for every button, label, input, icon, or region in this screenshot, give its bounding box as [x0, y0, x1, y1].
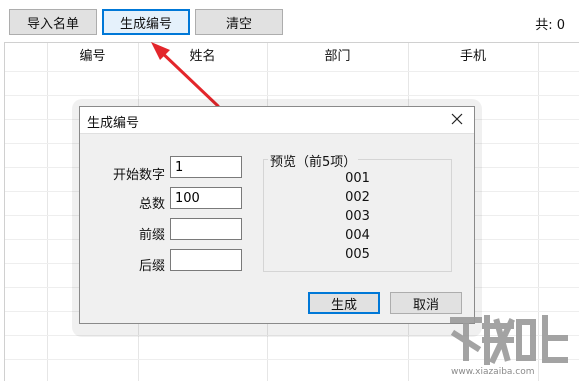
suffix-input[interactable] — [170, 249, 242, 271]
column-header-name[interactable]: 姓名 — [138, 43, 267, 71]
start-number-input[interactable] — [170, 156, 242, 178]
watermark-text: www.xiazaiba.com — [451, 367, 535, 376]
column-header-department[interactable]: 部门 — [267, 43, 408, 71]
import-list-button[interactable]: 导入名单 — [9, 9, 97, 35]
column-header-number[interactable]: 编号 — [47, 43, 138, 71]
total-count: 共: 0 — [535, 18, 565, 33]
site-watermark-logo: www.xiazaiba.com — [450, 315, 568, 376]
prefix-label: 前缀 — [138, 228, 165, 243]
generate-number-dialog: 生成编号 开始数字 总数 前缀 后缀 预览（前5项） 001 002 003 0… — [79, 106, 475, 324]
start-number-label: 开始数字 — [112, 168, 165, 183]
suffix-label: 后缀 — [138, 259, 165, 274]
generate-button[interactable]: 生成 — [308, 292, 380, 314]
clear-button[interactable]: 清空 — [195, 9, 283, 35]
preview-item: 002 — [345, 190, 370, 205]
column-divider — [47, 43, 48, 381]
preview-item: 004 — [345, 228, 370, 243]
dialog-titlebar[interactable]: 生成编号 — [80, 107, 474, 134]
dialog-title: 生成编号 — [87, 116, 140, 131]
close-icon[interactable] — [448, 110, 466, 128]
row-divider — [5, 95, 579, 96]
generate-number-button[interactable]: 生成编号 — [102, 9, 190, 35]
preview-item: 003 — [345, 209, 370, 224]
total-input[interactable] — [170, 187, 242, 209]
header-divider — [5, 71, 579, 72]
preview-title: 预览（前5项） — [268, 151, 359, 170]
column-header-phone[interactable]: 手机 — [408, 43, 538, 71]
total-label: 总数 — [138, 197, 165, 212]
preview-item: 001 — [345, 171, 370, 186]
preview-item: 005 — [345, 247, 370, 262]
prefix-input[interactable] — [170, 218, 242, 240]
